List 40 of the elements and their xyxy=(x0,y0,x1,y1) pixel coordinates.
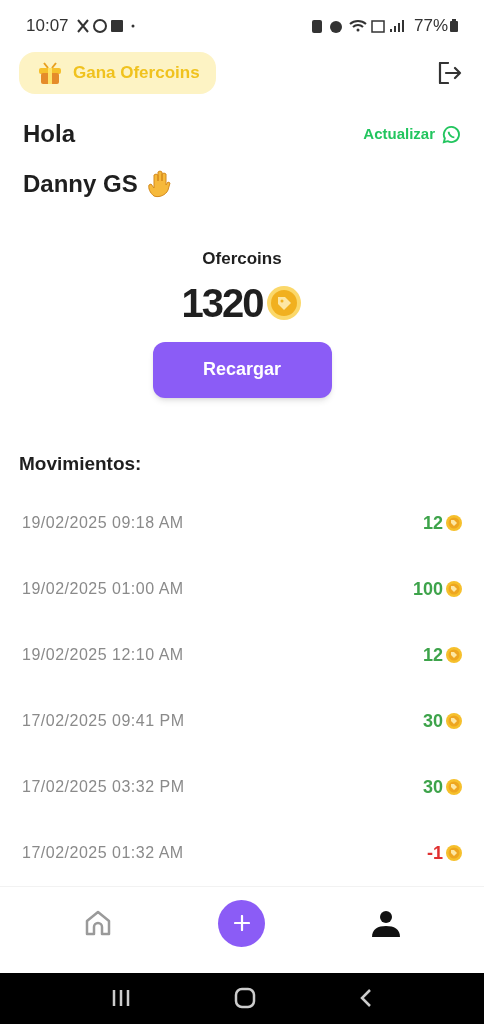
coin-icon xyxy=(446,713,462,730)
battery-percent: 77% xyxy=(413,14,448,37)
coin-icon xyxy=(446,515,462,532)
movement-amount: 30 xyxy=(422,709,443,733)
movement-date: 19/02/2025 09:18 AM xyxy=(22,513,184,534)
balance-amount: 1320 xyxy=(181,279,263,327)
movement-date: 19/02/2025 01:00 AM xyxy=(22,579,184,600)
status-time: 10:07 xyxy=(26,14,69,37)
movement-amount: 100 xyxy=(412,577,443,601)
movement-amount: 12 xyxy=(422,643,443,667)
section-title: Movimientos: xyxy=(18,451,143,476)
recent-apps-icon[interactable] xyxy=(111,989,132,1008)
greeting-text: Hola xyxy=(23,119,75,150)
promo-button[interactable]: Gana Ofercoins xyxy=(19,52,216,95)
coin-icon xyxy=(446,581,462,598)
movement-date: 17/02/2025 03:32 PM xyxy=(22,777,185,798)
movement-amount: 12 xyxy=(422,511,443,535)
movement-date: 17/02/2025 09:41 PM xyxy=(22,711,185,732)
movement-amount: 30 xyxy=(422,775,443,799)
recharge-button[interactable]: Recargar xyxy=(152,341,332,398)
gift-box-icon xyxy=(37,61,63,86)
coin-icon xyxy=(446,779,462,796)
plus-icon xyxy=(234,915,250,931)
coin-icon xyxy=(446,845,462,862)
user-name: Danny GS xyxy=(23,169,138,200)
chat-icon xyxy=(442,124,461,144)
movement-date: 17/02/2025 01:32 AM xyxy=(22,843,184,864)
logout-icon[interactable] xyxy=(438,62,462,85)
home-button-icon[interactable] xyxy=(234,987,256,1010)
update-link[interactable]: Actualizar xyxy=(363,123,461,146)
balance-label: Ofercoins xyxy=(202,248,282,271)
waving-hand-icon xyxy=(145,170,174,199)
back-icon[interactable] xyxy=(358,988,373,1009)
movement-date: 19/02/2025 12:10 AM xyxy=(22,645,184,666)
coin-icon xyxy=(446,647,462,664)
movement-amount: -1 xyxy=(427,841,443,865)
status-icons xyxy=(76,17,135,34)
profile-icon[interactable] xyxy=(371,908,402,938)
battery-icon xyxy=(450,19,458,33)
coin-icon xyxy=(266,284,303,321)
